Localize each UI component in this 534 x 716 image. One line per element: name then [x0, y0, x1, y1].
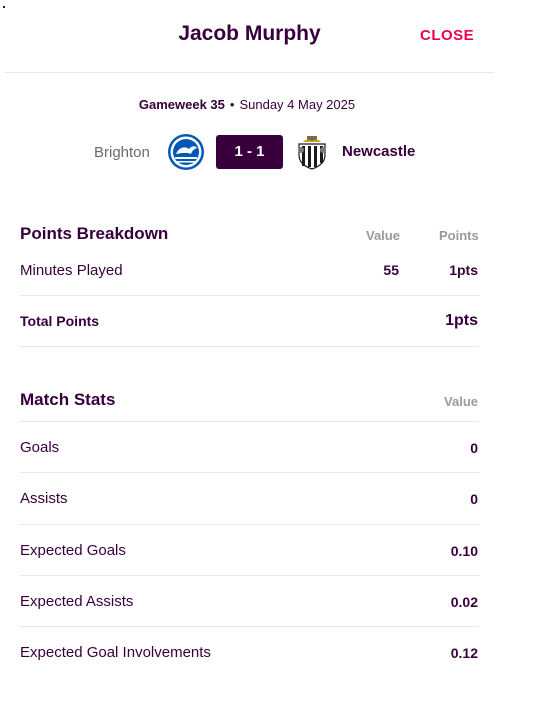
separator-dot: •: [229, 97, 235, 112]
divider: [20, 346, 479, 347]
total-points-value: 1pts: [445, 312, 478, 329]
divider: [20, 626, 479, 627]
value-column-header: Value: [366, 228, 400, 243]
match-row: Brighton 1 - 1 Newcastle: [0, 133, 494, 171]
modal-header: Jacob Murphy CLOSE: [5, 0, 494, 73]
stat-label-expected-assists: Expected Assists: [20, 593, 134, 610]
stat-label-goals: Goals: [20, 439, 60, 456]
divider: [20, 295, 479, 296]
minutes-played-points: 1pts: [449, 262, 478, 278]
divider: [20, 472, 479, 473]
match-stats-section: Match Stats Value Goals 0 Assists 0 Expe…: [20, 390, 479, 680]
divider: [20, 524, 479, 525]
points-breakdown-section: Points Breakdown Value Points Minutes Pl…: [20, 224, 479, 348]
brighton-crest-icon: [168, 134, 204, 170]
score-box: 1 - 1: [216, 135, 283, 169]
stat-label-expected-goals: Expected Goals: [20, 542, 126, 559]
stat-value-expected-goal-involvements: 0.12: [450, 645, 478, 661]
stat-value-assists: 0: [470, 491, 478, 507]
points-breakdown-title: Points Breakdown: [20, 224, 169, 243]
stat-label-assists: Assists: [20, 490, 68, 507]
stat-label-expected-goal-involvements: Expected Goal Involvements: [20, 644, 211, 661]
divider: [20, 575, 479, 576]
divider: [20, 421, 479, 422]
fixture-info: Gameweek 35 • Sunday 4 May 2025: [0, 97, 494, 112]
home-team-name: Brighton: [94, 144, 150, 161]
gameweek-label: Gameweek 35: [138, 97, 225, 112]
value-column-header: Value: [444, 394, 478, 409]
newcastle-crest-icon: [298, 136, 326, 170]
stat-value-goals: 0: [470, 440, 478, 456]
match-stats-title: Match Stats: [20, 390, 116, 409]
minutes-played-value: 55: [383, 262, 399, 278]
points-column-header: Points: [439, 228, 479, 243]
away-team-name: Newcastle: [342, 143, 416, 160]
close-button[interactable]: CLOSE: [420, 27, 474, 44]
minutes-played-label: Minutes Played: [20, 262, 123, 279]
fixture-date: Sunday 4 May 2025: [239, 97, 356, 112]
stat-value-expected-goals: 0.10: [450, 543, 478, 559]
total-points-label: Total Points: [20, 313, 100, 329]
stat-value-expected-assists: 0.02: [450, 594, 478, 610]
